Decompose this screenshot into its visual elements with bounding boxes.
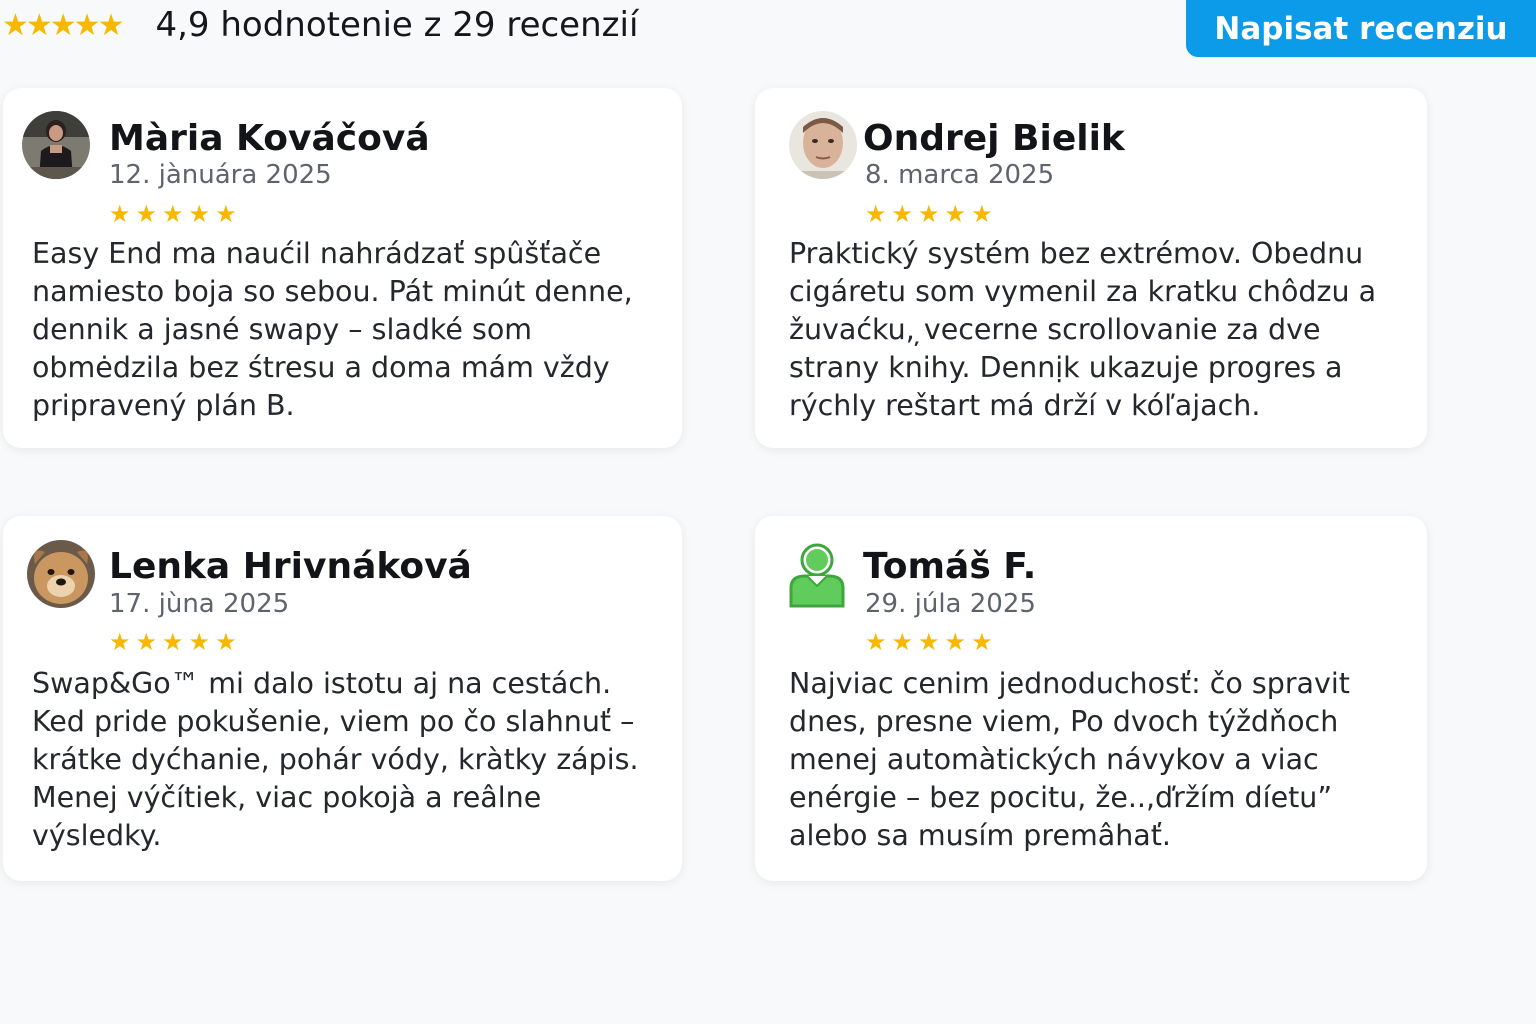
review-text: Swap&Go™ mi dalo istotu aj na cestách. K… bbox=[32, 667, 639, 852]
review-card: Tomáš F. 29. júla 2025 ★★★★★ Najviac cen… bbox=[755, 516, 1427, 881]
avatar bbox=[789, 111, 857, 179]
reviewer-name: Mària Kováčová bbox=[109, 118, 430, 159]
woman-avatar-icon bbox=[22, 111, 90, 179]
man-avatar-icon bbox=[789, 111, 857, 179]
review-date: 12. jànuára 2025 bbox=[109, 160, 332, 190]
review-date: 17. jùna 2025 bbox=[109, 589, 290, 619]
review-text: Praktický systém bez extrémov. Obednu ci… bbox=[789, 237, 1377, 422]
summary-stars: ★★★★★ bbox=[2, 7, 124, 43]
review-text: Easy End ma naućil nahrádzať spûšťače na… bbox=[32, 237, 633, 422]
reviewer-name: Tomáš F. bbox=[863, 546, 1037, 587]
avatar bbox=[27, 540, 95, 608]
review-stars: ★★★★★ bbox=[865, 200, 998, 228]
review-stars: ★★★★★ bbox=[109, 628, 242, 656]
review-stars: ★★★★★ bbox=[865, 628, 998, 656]
review-date: 8. marca 2025 bbox=[865, 160, 1055, 190]
review-stars: ★★★★★ bbox=[109, 200, 242, 228]
reviewer-name: Ondrej Bielik bbox=[863, 118, 1125, 159]
dog-avatar-icon bbox=[27, 540, 95, 608]
avatar bbox=[22, 111, 90, 179]
reviewer-name: Lenka Hrivnáková bbox=[109, 546, 472, 587]
write-review-button[interactable]: Napisat recenziu bbox=[1186, 0, 1536, 57]
review-card: Ondrej Bielik 8. marca 2025 ★★★★★ Prakti… bbox=[755, 88, 1427, 448]
review-card: Lenka Hrivnáková 17. jùna 2025 ★★★★★ Swa… bbox=[3, 516, 682, 881]
review-text: Najviac cenim jednoduchosť: čo spravit d… bbox=[789, 667, 1350, 852]
avatar bbox=[787, 540, 855, 608]
user-icon bbox=[789, 543, 845, 608]
review-card: Mària Kováčová 12. jànuára 2025 ★★★★★ Ea… bbox=[3, 88, 682, 448]
rating-summary: ★★★★★ 4,9 hodnotenie z 29 recenzií bbox=[0, 0, 638, 50]
rating-summary-text: 4,9 hodnotenie z 29 recenzií bbox=[155, 5, 639, 45]
review-date: 29. júla 2025 bbox=[865, 589, 1036, 619]
